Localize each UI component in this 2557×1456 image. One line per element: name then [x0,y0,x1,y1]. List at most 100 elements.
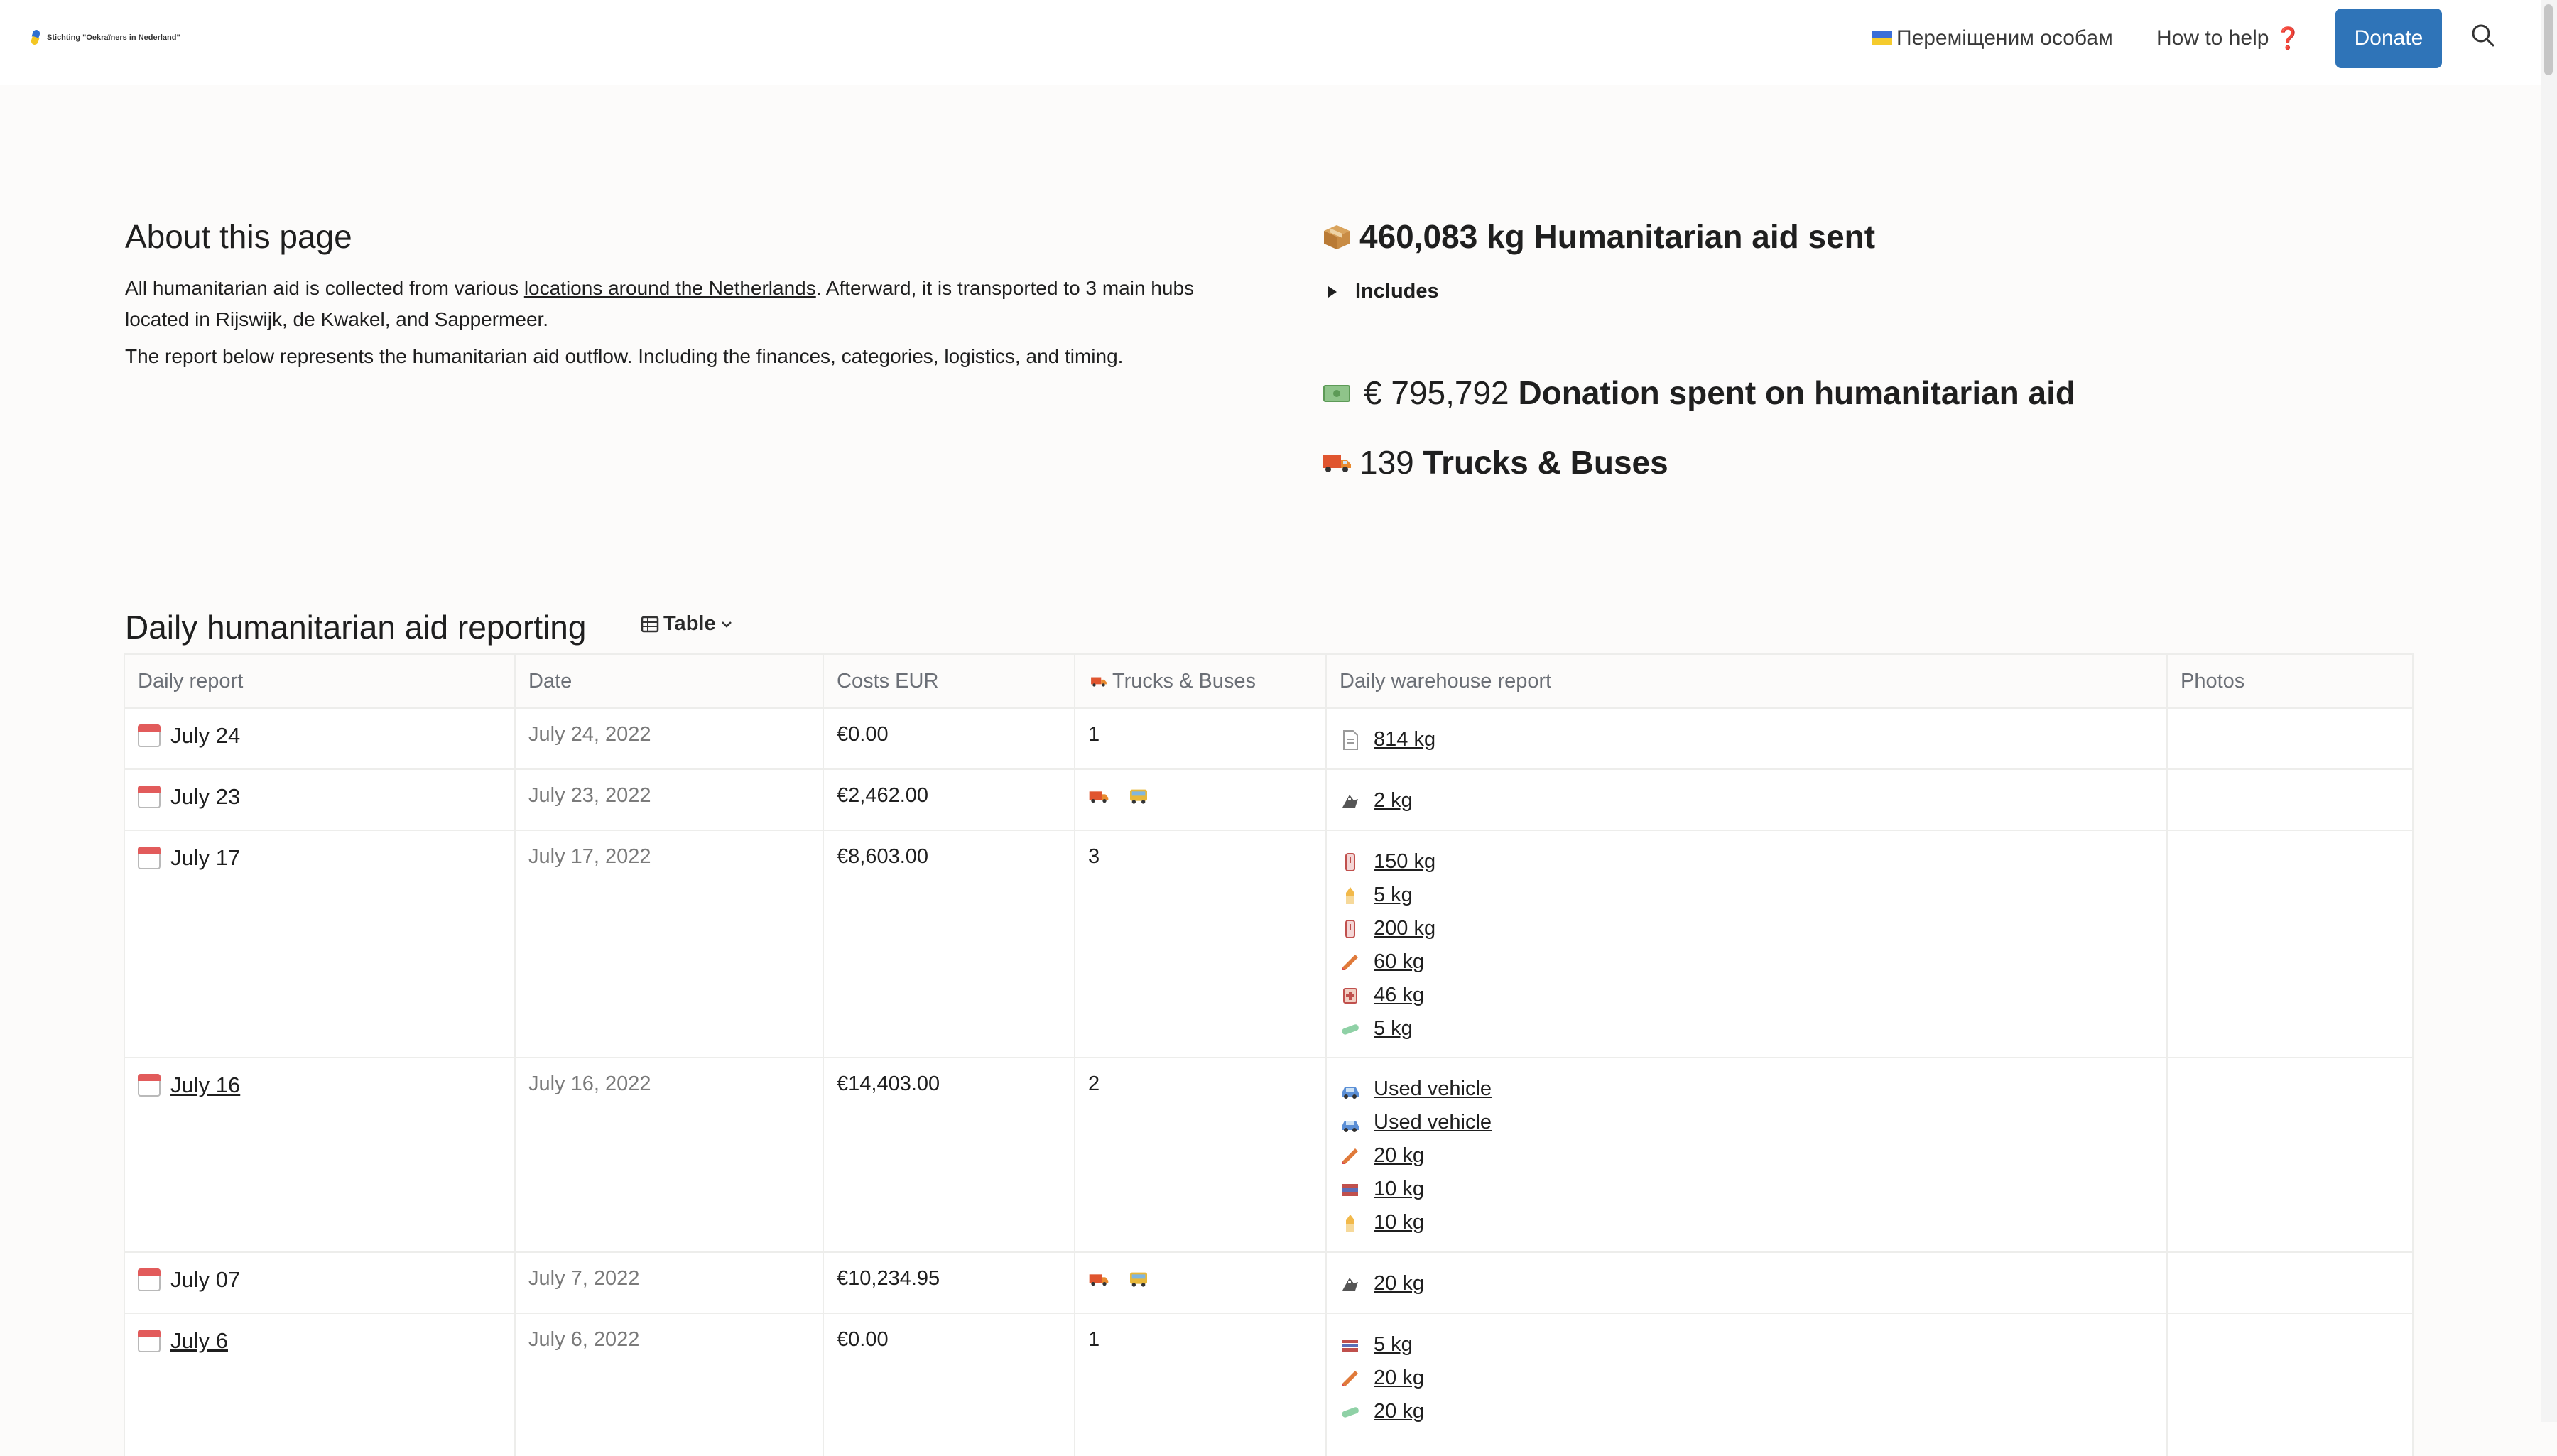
row-name-label[interactable]: July 16 [170,1072,240,1098]
warehouse-item[interactable]: 60 kg [1340,945,1435,979]
warehouse-item-label: 10 kg [1374,1211,1424,1234]
warehouse-item[interactable]: Used vehicle [1340,1072,1492,1106]
warehouse-list: 150 kg 5 kg 200 kg 60 kg 46 kg 5 kg [1340,845,1435,1045]
row-cost: €0.00 [837,1328,889,1351]
row-name: July 07 [138,1267,240,1293]
question-mark-icon: ❓ [2274,26,2301,50]
search-icon[interactable] [2469,21,2497,50]
trucks-value: 139 [1359,444,1414,481]
includes-toggle[interactable]: Includes [1328,280,1439,303]
locations-link[interactable]: locations around the Netherlands [524,277,816,299]
bus-icon [1130,790,1147,805]
calendar-icon [138,1268,161,1291]
row-date-cell: July 7, 2022 [514,1253,823,1313]
row-name-label[interactable]: July 23 [170,784,240,810]
car-icon [1342,1087,1359,1099]
row-name-label[interactable]: July 07 [170,1267,240,1293]
donate-button[interactable]: Donate [2335,9,2442,68]
col-date[interactable]: Date [514,655,823,707]
food-icon [1342,1370,1358,1386]
calendar-icon [138,1074,161,1097]
row-date-cell: July 23, 2022 [514,770,823,830]
table-row[interactable]: July 6 July 6, 2022 €0.00 1 5 kg 20 kg 2… [124,1313,2414,1456]
aid-label: Humanitarian aid sent [1533,218,1876,255]
logo-icon [30,28,41,46]
row-cost: €2,462.00 [837,784,929,807]
row-photos-cell [2166,831,2414,1057]
row-date-cell: July 6, 2022 [514,1314,823,1456]
donation-label: Donation spent on humanitarian aid [1518,374,2076,411]
clothing-icon [1342,1339,1358,1352]
col-trucks[interactable]: Trucks & Buses [1074,655,1325,707]
row-warehouse-cell: 150 kg 5 kg 200 kg 60 kg 46 kg 5 kg [1325,831,2166,1057]
row-name-cell: July 6 [124,1314,514,1456]
warehouse-item-label: 20 kg [1374,1272,1424,1295]
row-trucks-cell [1074,1253,1325,1313]
food-icon [1342,1148,1358,1164]
warehouse-item-label: 200 kg [1374,917,1436,940]
warehouse-item[interactable]: 10 kg [1340,1206,1492,1239]
table-row[interactable]: July 17 July 17, 2022 €8,603.00 3 150 kg… [124,830,2414,1057]
warehouse-item[interactable]: 814 kg [1340,723,1435,756]
row-cost-cell: €2,462.00 [823,770,1074,830]
row-trucks: 3 [1088,845,1100,868]
warehouse-item[interactable]: 20 kg [1340,1139,1492,1173]
warehouse-list: 20 kg [1340,1267,1424,1300]
baby-bottle-icon [1346,886,1354,904]
first-aid-icon [1343,987,1357,1004]
row-cost: €14,403.00 [837,1072,940,1095]
bus-icon [1130,1273,1147,1288]
table-row[interactable]: July 24 July 24, 2022 €0.00 1 814 kg [124,707,2414,768]
row-trucks-cell: 3 [1074,831,1325,1057]
warehouse-item[interactable]: Used vehicle [1340,1106,1492,1139]
warehouse-item[interactable]: 20 kg [1340,1362,1424,1395]
warehouse-item[interactable]: 10 kg [1340,1173,1492,1206]
warehouse-item[interactable]: 5 kg [1340,1328,1424,1362]
warehouse-item-label: 5 kg [1374,884,1413,906]
nav-how-to-help-label: How to help [2156,26,2269,50]
warehouse-item[interactable]: 5 kg [1340,1012,1435,1045]
table-view-selector[interactable]: Table [641,612,733,636]
row-name-label[interactable]: July 6 [170,1328,228,1354]
warehouse-item[interactable]: 200 kg [1340,912,1435,945]
col-photos[interactable]: Photos [2166,655,2414,707]
row-photos-cell [2166,770,2414,830]
table-row[interactable]: July 23 July 23, 2022 €2,462.00 2 kg [124,768,2414,830]
warehouse-list: 5 kg 20 kg 20 kg [1340,1328,1424,1428]
warehouse-item[interactable]: 150 kg [1340,845,1435,879]
row-name-label[interactable]: July 24 [170,723,240,749]
medicine-icon [1345,852,1355,871]
page-scrollbar[interactable] [2541,0,2557,1422]
calendar-icon [138,1330,161,1352]
donation-value: € 795,792 [1364,374,1509,411]
warehouse-item[interactable]: 2 kg [1340,784,1413,817]
warehouse-item[interactable]: 20 kg [1340,1395,1424,1428]
warehouse-item[interactable]: 46 kg [1340,979,1435,1012]
warehouse-item-label: 150 kg [1374,850,1436,873]
warehouse-item[interactable]: 5 kg [1340,879,1435,912]
trucks-label: Trucks & Buses [1423,444,1668,481]
stat-trucks-buses: 139 Trucks & Buses [1321,443,1668,482]
col-daily-report[interactable]: Daily report [124,655,514,707]
triangle-right-icon [1328,286,1337,298]
scrollbar-thumb[interactable] [2544,4,2553,75]
warehouse-item-label: 20 kg [1374,1144,1424,1167]
site-logo[interactable]: Stichting "Oekraïners in Nederland" [30,28,180,46]
calendar-icon [138,847,161,869]
calendar-icon [138,786,161,808]
site-header: Stichting "Oekraïners in Nederland" Пере… [0,0,2557,85]
table-row[interactable]: July 07 July 7, 2022 €10,234.95 20 kg [124,1251,2414,1313]
package-icon [1324,225,1350,249]
nav-how-to-help[interactable]: How to help ❓ [2156,0,2301,77]
nav-displaced-persons[interactable]: Переміщеним особам [1872,0,2113,77]
warehouse-item-label: 814 kg [1374,728,1436,751]
row-name-label[interactable]: July 17 [170,845,240,871]
row-name-cell: July 16 [124,1058,514,1251]
warehouse-item[interactable]: 20 kg [1340,1267,1424,1300]
table-row[interactable]: July 16 July 16, 2022 €14,403.00 2 Used … [124,1057,2414,1251]
col-warehouse-report[interactable]: Daily warehouse report [1325,655,2166,707]
calendar-icon [138,724,161,747]
warehouse-item-label: 5 kg [1374,1333,1413,1356]
col-costs[interactable]: Costs EUR [823,655,1074,707]
row-photos-cell [2166,1253,2414,1313]
